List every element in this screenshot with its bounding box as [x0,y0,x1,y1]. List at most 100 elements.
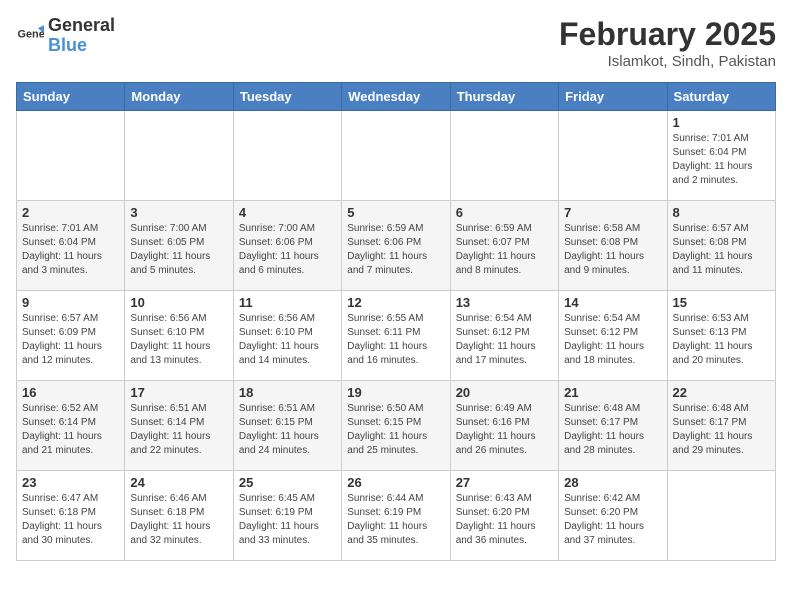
day-info: Sunrise: 7:01 AM Sunset: 6:04 PM Dayligh… [673,132,770,188]
calendar-cell: 10 Sunrise: 6:56 AM Sunset: 6:10 PM Dayli… [125,291,233,381]
calendar-header-row: SundayMondayTuesdayWednesdayThursdayFrid… [17,83,776,111]
calendar-table: SundayMondayTuesdayWednesdayThursdayFrid… [16,82,776,561]
calendar-cell: 21 Sunrise: 6:48 AM Sunset: 6:17 PM Dayli… [559,381,667,471]
day-number: 26 [347,475,444,490]
day-info: Sunrise: 7:00 AM Sunset: 6:06 PM Dayligh… [239,222,336,278]
day-number: 27 [456,475,553,490]
day-header-monday: Monday [125,83,233,111]
calendar-cell [342,111,450,201]
svg-text:General: General [18,28,44,40]
day-number: 8 [673,205,770,220]
day-header-tuesday: Tuesday [233,83,341,111]
calendar-week-2: 2 Sunrise: 7:01 AM Sunset: 6:04 PM Daylig… [17,201,776,291]
day-info: Sunrise: 6:43 AM Sunset: 6:20 PM Dayligh… [456,492,553,548]
day-info: Sunrise: 6:44 AM Sunset: 6:19 PM Dayligh… [347,492,444,548]
calendar-cell: 18 Sunrise: 6:51 AM Sunset: 6:15 PM Dayli… [233,381,341,471]
calendar-week-3: 9 Sunrise: 6:57 AM Sunset: 6:09 PM Daylig… [17,291,776,381]
calendar-cell: 11 Sunrise: 6:56 AM Sunset: 6:10 PM Dayli… [233,291,341,381]
day-number: 14 [564,295,661,310]
day-number: 7 [564,205,661,220]
calendar-cell: 17Sunrise: 6:51 AM Sunset: 6:14 PM Dayli… [125,381,233,471]
day-info: Sunrise: 6:51 AM Sunset: 6:15 PM Dayligh… [239,402,336,458]
day-number: 9 [22,295,119,310]
day-info: Sunrise: 6:53 AM Sunset: 6:13 PM Dayligh… [673,312,770,368]
day-info: Sunrise: 6:48 AM Sunset: 6:17 PM Dayligh… [564,402,661,458]
day-header-thursday: Thursday [450,83,558,111]
calendar-week-5: 23Sunrise: 6:47 AM Sunset: 6:18 PM Dayli… [17,471,776,561]
title-section: February 2025 Islamkot, Sindh, Pakistan [559,16,776,70]
day-header-friday: Friday [559,83,667,111]
day-info: Sunrise: 6:48 AM Sunset: 6:17 PM Dayligh… [673,402,770,458]
calendar-cell: 14 Sunrise: 6:54 AM Sunset: 6:12 PM Dayli… [559,291,667,381]
day-info: Sunrise: 6:54 AM Sunset: 6:12 PM Dayligh… [564,312,661,368]
calendar-cell: 23Sunrise: 6:47 AM Sunset: 6:18 PM Dayli… [17,471,125,561]
day-info: Sunrise: 6:45 AM Sunset: 6:19 PM Dayligh… [239,492,336,548]
calendar-cell [559,111,667,201]
day-info: Sunrise: 6:59 AM Sunset: 6:07 PM Dayligh… [456,222,553,278]
calendar-cell [125,111,233,201]
calendar-cell: 6 Sunrise: 6:59 AM Sunset: 6:07 PM Daylig… [450,201,558,291]
day-info: Sunrise: 6:56 AM Sunset: 6:10 PM Dayligh… [130,312,227,368]
day-info: Sunrise: 6:50 AM Sunset: 6:15 PM Dayligh… [347,402,444,458]
logo-general: General [48,15,115,35]
calendar-cell: 22Sunrise: 6:48 AM Sunset: 6:17 PM Dayli… [667,381,775,471]
logo: General General Blue [16,16,115,56]
day-header-saturday: Saturday [667,83,775,111]
header: General General Blue February 2025 Islam… [16,16,776,70]
day-info: Sunrise: 6:57 AM Sunset: 6:09 PM Dayligh… [22,312,119,368]
calendar-cell: 25Sunrise: 6:45 AM Sunset: 6:19 PM Dayli… [233,471,341,561]
day-number: 19 [347,385,444,400]
calendar-cell [667,471,775,561]
day-number: 28 [564,475,661,490]
calendar-cell: 7Sunrise: 6:58 AM Sunset: 6:08 PM Daylig… [559,201,667,291]
day-info: Sunrise: 6:55 AM Sunset: 6:11 PM Dayligh… [347,312,444,368]
calendar-cell: 3 Sunrise: 7:00 AM Sunset: 6:05 PM Daylig… [125,201,233,291]
day-info: Sunrise: 6:59 AM Sunset: 6:06 PM Dayligh… [347,222,444,278]
day-number: 2 [22,205,119,220]
calendar-cell [233,111,341,201]
day-number: 4 [239,205,336,220]
logo-icon: General [16,22,44,50]
day-number: 13 [456,295,553,310]
calendar-cell: 1 Sunrise: 7:01 AM Sunset: 6:04 PM Daylig… [667,111,775,201]
calendar-cell [450,111,558,201]
calendar-cell: 20 Sunrise: 6:49 AM Sunset: 6:16 PM Dayli… [450,381,558,471]
day-number: 16 [22,385,119,400]
day-number: 18 [239,385,336,400]
day-number: 24 [130,475,227,490]
day-info: Sunrise: 6:57 AM Sunset: 6:08 PM Dayligh… [673,222,770,278]
day-info: Sunrise: 7:01 AM Sunset: 6:04 PM Dayligh… [22,222,119,278]
day-info: Sunrise: 6:56 AM Sunset: 6:10 PM Dayligh… [239,312,336,368]
day-info: Sunrise: 6:47 AM Sunset: 6:18 PM Dayligh… [22,492,119,548]
calendar-cell: 24 Sunrise: 6:46 AM Sunset: 6:18 PM Dayli… [125,471,233,561]
day-number: 6 [456,205,553,220]
calendar-cell: 8 Sunrise: 6:57 AM Sunset: 6:08 PM Daylig… [667,201,775,291]
day-number: 20 [456,385,553,400]
day-number: 10 [130,295,227,310]
calendar-cell: 12Sunrise: 6:55 AM Sunset: 6:11 PM Dayli… [342,291,450,381]
day-number: 17 [130,385,227,400]
day-number: 5 [347,205,444,220]
day-number: 21 [564,385,661,400]
calendar-week-1: 1 Sunrise: 7:01 AM Sunset: 6:04 PM Daylig… [17,111,776,201]
day-header-sunday: Sunday [17,83,125,111]
calendar-cell: 15 Sunrise: 6:53 AM Sunset: 6:13 PM Dayli… [667,291,775,381]
calendar-cell: 2 Sunrise: 7:01 AM Sunset: 6:04 PM Daylig… [17,201,125,291]
day-info: Sunrise: 6:46 AM Sunset: 6:18 PM Dayligh… [130,492,227,548]
calendar-title: February 2025 [559,16,776,53]
calendar-cell: 5 Sunrise: 6:59 AM Sunset: 6:06 PM Daylig… [342,201,450,291]
calendar-cell [17,111,125,201]
calendar-cell: 4 Sunrise: 7:00 AM Sunset: 6:06 PM Daylig… [233,201,341,291]
calendar-subtitle: Islamkot, Sindh, Pakistan [559,53,776,70]
calendar-cell: 16Sunrise: 6:52 AM Sunset: 6:14 PM Dayli… [17,381,125,471]
calendar-week-4: 16Sunrise: 6:52 AM Sunset: 6:14 PM Dayli… [17,381,776,471]
calendar-cell: 9 Sunrise: 6:57 AM Sunset: 6:09 PM Daylig… [17,291,125,381]
day-info: Sunrise: 6:49 AM Sunset: 6:16 PM Dayligh… [456,402,553,458]
day-number: 3 [130,205,227,220]
day-number: 15 [673,295,770,310]
day-number: 11 [239,295,336,310]
day-info: Sunrise: 7:00 AM Sunset: 6:05 PM Dayligh… [130,222,227,278]
day-number: 1 [673,115,770,130]
calendar-cell: 13Sunrise: 6:54 AM Sunset: 6:12 PM Dayli… [450,291,558,381]
calendar-cell: 26 Sunrise: 6:44 AM Sunset: 6:19 PM Dayli… [342,471,450,561]
